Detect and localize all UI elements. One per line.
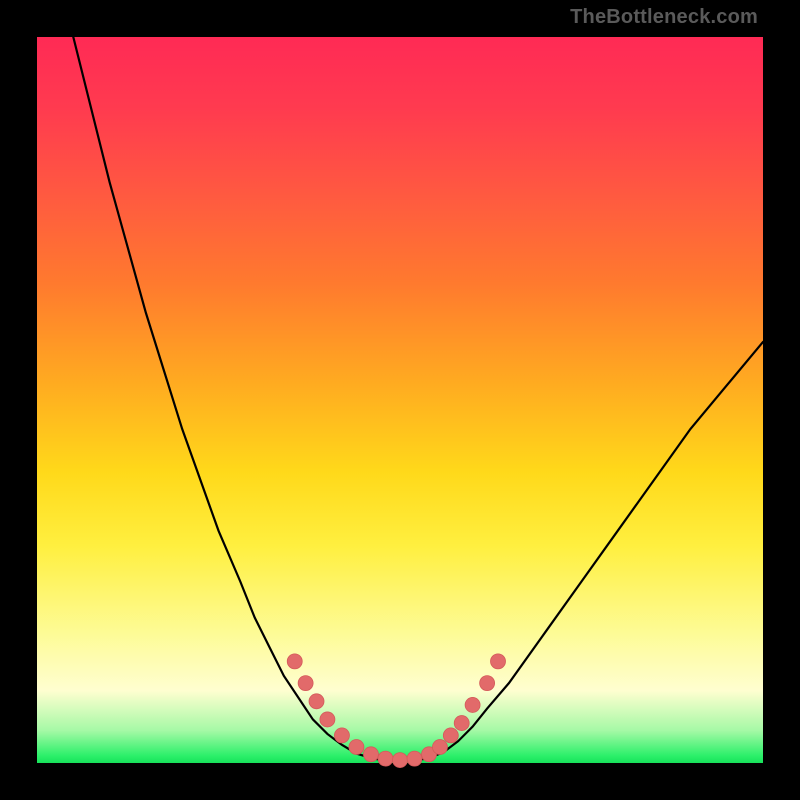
data-marker xyxy=(407,751,422,766)
plot-area xyxy=(37,37,763,763)
data-marker xyxy=(480,676,495,691)
curve-left-branch xyxy=(73,37,371,758)
data-marker xyxy=(491,654,506,669)
data-marker xyxy=(443,728,458,743)
data-marker xyxy=(393,753,408,768)
data-marker xyxy=(465,697,480,712)
data-marker xyxy=(363,747,378,762)
data-marker xyxy=(432,740,447,755)
chart-frame: TheBottleneck.com xyxy=(0,0,800,800)
chart-svg xyxy=(37,37,763,763)
data-marker xyxy=(378,751,393,766)
data-marker xyxy=(349,740,364,755)
curve-right-branch xyxy=(429,342,763,758)
data-marker xyxy=(309,694,324,709)
data-marker xyxy=(334,728,349,743)
data-marker xyxy=(287,654,302,669)
data-marker xyxy=(298,676,313,691)
data-marker xyxy=(454,716,469,731)
watermark-text: TheBottleneck.com xyxy=(570,6,758,29)
data-marker xyxy=(320,712,335,727)
